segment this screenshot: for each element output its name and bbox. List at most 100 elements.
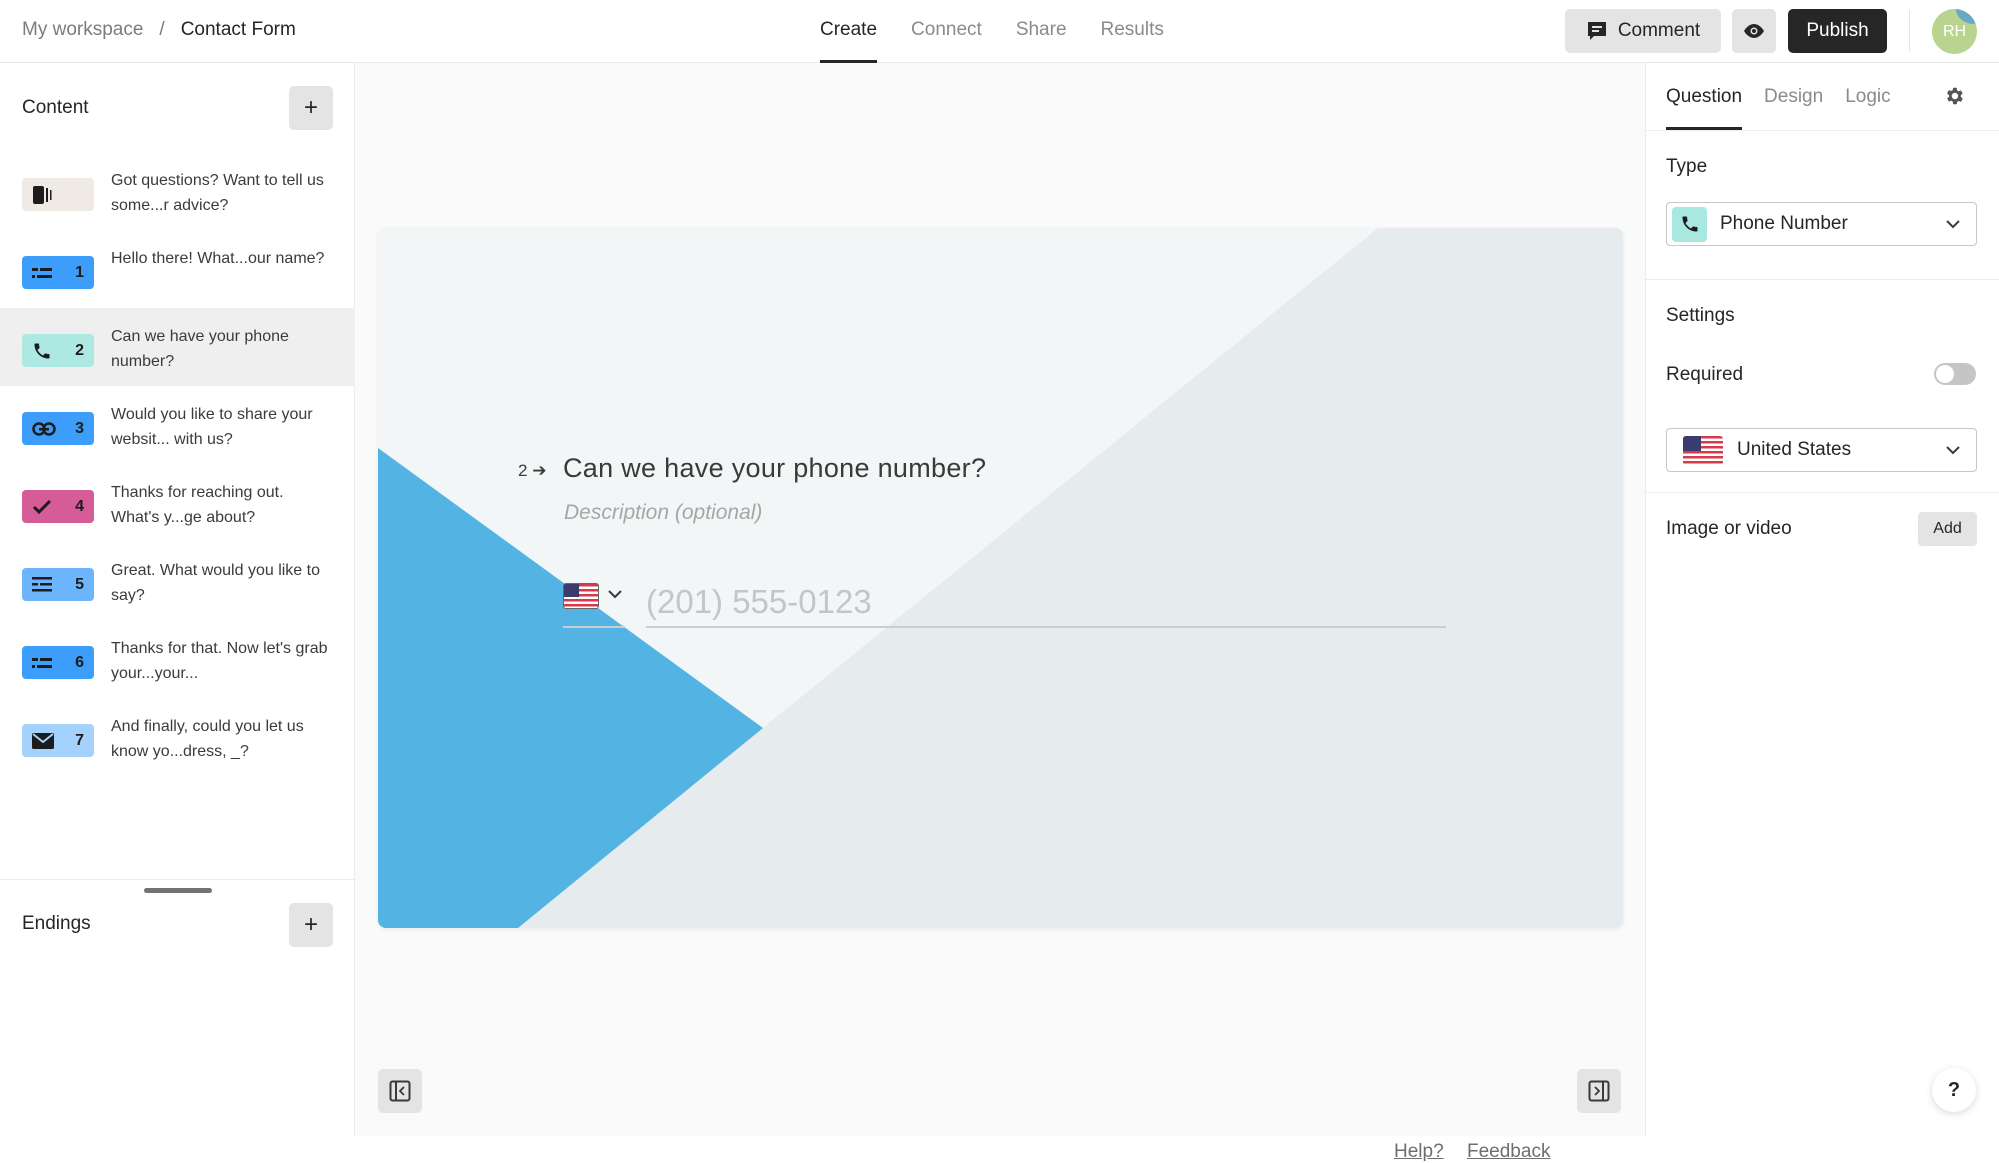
question-title[interactable]: Can we have your phone number? bbox=[563, 453, 986, 484]
list-item[interactable]: 1 Hello there! What...our name? bbox=[0, 230, 355, 308]
settings-label: Settings bbox=[1666, 305, 1735, 326]
checkmark-icon bbox=[32, 499, 52, 514]
publish-button[interactable]: Publish bbox=[1788, 9, 1887, 53]
endings-divider bbox=[0, 879, 355, 880]
panel-tabs: Question Design Logic bbox=[1666, 63, 1891, 130]
gear-icon[interactable] bbox=[1943, 85, 1965, 112]
question-settings-panel: Question Design Logic Type Phone Number … bbox=[1645, 63, 1999, 1136]
item-number: 6 bbox=[75, 653, 84, 671]
us-flag-icon[interactable] bbox=[563, 583, 599, 609]
tabs-divider bbox=[1646, 130, 1999, 131]
item-text: Would you like to share your websit... w… bbox=[111, 406, 313, 448]
tab-results[interactable]: Results bbox=[1101, 0, 1164, 63]
list-item[interactable]: Got questions? Want to tell us some...r … bbox=[0, 152, 355, 230]
welcome-screen-icon bbox=[33, 185, 52, 204]
type-value: Phone Number bbox=[1720, 213, 1848, 234]
country-underline bbox=[563, 626, 625, 628]
default-country-select[interactable]: United States bbox=[1666, 428, 1977, 472]
phone-icon bbox=[1672, 206, 1707, 242]
chevron-down-icon bbox=[1946, 446, 1960, 455]
phone-icon bbox=[34, 343, 50, 358]
item-badge bbox=[22, 178, 94, 211]
collapse-left-panel-button[interactable] bbox=[378, 1069, 422, 1113]
avatar-initials: RH bbox=[1942, 22, 1967, 40]
item-badge: 1 bbox=[22, 256, 94, 289]
header-divider bbox=[1909, 10, 1910, 52]
resize-handle[interactable] bbox=[144, 888, 212, 893]
plus-icon: + bbox=[303, 911, 318, 938]
list-item[interactable]: 7 And finally, could you let us know yo.… bbox=[0, 698, 355, 776]
short-text-icon bbox=[32, 267, 52, 278]
list-item[interactable]: 4 Thanks for reaching out. What's y...ge… bbox=[0, 464, 355, 542]
feedback-link[interactable]: Feedback bbox=[1467, 1141, 1550, 1163]
item-text: Thanks for that. Now let's grab your...y… bbox=[111, 640, 328, 682]
top-bar: My workspace / Contact Form Create Conne… bbox=[0, 0, 1999, 63]
breadcrumb-workspace[interactable]: My workspace bbox=[22, 19, 143, 41]
add-content-button[interactable]: + bbox=[289, 86, 333, 130]
tab-question[interactable]: Question bbox=[1666, 63, 1743, 130]
content-sidebar: Content + Got questions? Want to tell us… bbox=[0, 63, 355, 1136]
chevron-down-icon[interactable] bbox=[608, 586, 622, 602]
tab-logic[interactable]: Logic bbox=[1845, 63, 1890, 130]
endings-title: Endings bbox=[22, 913, 91, 934]
help-link[interactable]: Help? bbox=[1394, 1141, 1444, 1163]
item-text: Can we have your phone number? bbox=[111, 328, 289, 370]
item-number: 2 bbox=[75, 341, 84, 359]
tab-create[interactable]: Create bbox=[820, 0, 878, 63]
item-badge: 6 bbox=[22, 646, 94, 679]
question-card: 2 ➔ Can we have your phone number? Descr… bbox=[378, 228, 1623, 928]
item-number: 5 bbox=[75, 575, 84, 593]
collapse-right-icon bbox=[1588, 1080, 1610, 1102]
arrow-right-icon: ➔ bbox=[532, 461, 547, 480]
tab-connect[interactable]: Connect bbox=[911, 0, 982, 63]
list-item-selected[interactable]: 2 Can we have your phone number? bbox=[0, 308, 355, 386]
list-item[interactable]: 5 Great. What would you like to say? bbox=[0, 542, 355, 620]
envelope-icon bbox=[32, 732, 54, 749]
collapse-left-icon bbox=[389, 1080, 411, 1102]
item-number: 7 bbox=[75, 731, 84, 749]
required-toggle[interactable] bbox=[1934, 363, 1976, 385]
type-label: Type bbox=[1666, 156, 1708, 177]
help-button[interactable]: ? bbox=[1932, 1068, 1976, 1112]
add-media-button[interactable]: Add bbox=[1918, 512, 1977, 546]
item-text: Thanks for reaching out. What's y...ge a… bbox=[111, 484, 284, 526]
question-type-select[interactable]: Phone Number bbox=[1666, 202, 1977, 246]
add-ending-button[interactable]: + bbox=[289, 903, 333, 947]
phone-number-input[interactable] bbox=[646, 578, 1446, 628]
chevron-down-icon bbox=[1946, 220, 1960, 229]
item-text: Got questions? Want to tell us some...r … bbox=[111, 172, 324, 214]
item-number: 1 bbox=[75, 263, 84, 281]
required-label: Required bbox=[1666, 364, 1744, 385]
item-text: Great. What would you like to say? bbox=[111, 562, 320, 604]
collapse-right-panel-button[interactable] bbox=[1577, 1069, 1621, 1113]
avatar[interactable]: RH bbox=[1932, 9, 1977, 54]
breadcrumb-separator: / bbox=[159, 19, 165, 40]
list-item[interactable]: 6 Thanks for that. Now let's grab your..… bbox=[0, 620, 355, 698]
short-text-icon bbox=[32, 657, 52, 668]
item-badge: 7 bbox=[22, 724, 94, 757]
list-item[interactable]: 3 Would you like to share your websit...… bbox=[0, 386, 355, 464]
item-number: 3 bbox=[75, 419, 84, 437]
comment-label: Comment bbox=[1617, 20, 1701, 41]
comment-button[interactable]: Comment bbox=[1565, 9, 1721, 53]
item-text: Hello there! What...our name? bbox=[111, 250, 325, 267]
question-description[interactable]: Description (optional) bbox=[564, 501, 762, 525]
tab-share[interactable]: Share bbox=[1016, 0, 1067, 63]
item-badge: 3 bbox=[22, 412, 94, 445]
main-tabs: Create Connect Share Results bbox=[820, 0, 1164, 63]
link-icon bbox=[32, 421, 56, 436]
question-number: 2 ➔ bbox=[518, 461, 546, 481]
breadcrumb: My workspace / Contact Form bbox=[22, 19, 296, 41]
tab-design[interactable]: Design bbox=[1764, 63, 1823, 130]
item-badge: 5 bbox=[22, 568, 94, 601]
eye-icon bbox=[1744, 24, 1764, 38]
item-badge: 2 bbox=[22, 334, 94, 367]
item-text: And finally, could you let us know yo...… bbox=[111, 718, 304, 760]
preview-button[interactable] bbox=[1732, 9, 1776, 53]
us-flag-icon bbox=[1683, 435, 1723, 465]
breadcrumb-form-name[interactable]: Contact Form bbox=[181, 19, 296, 41]
content-title: Content bbox=[22, 97, 89, 118]
form-canvas: 2 ➔ Can we have your phone number? Descr… bbox=[355, 63, 1645, 1162]
long-text-icon bbox=[32, 576, 52, 591]
section-divider bbox=[1646, 279, 1999, 280]
